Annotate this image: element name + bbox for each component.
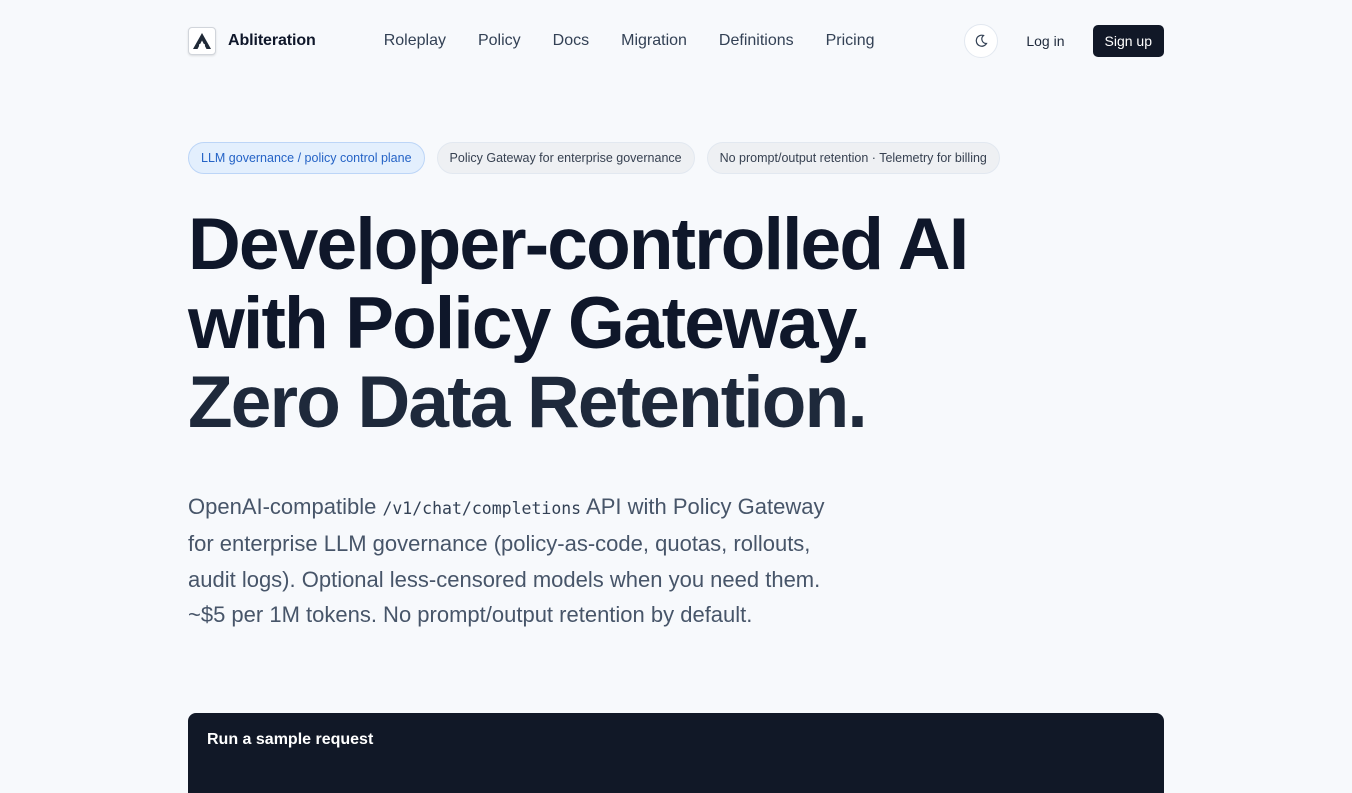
nav-link-migration[interactable]: Migration xyxy=(621,32,687,50)
endpoint-code: /v1/chat/completions xyxy=(382,499,582,518)
nav-link-pricing[interactable]: Pricing xyxy=(826,32,875,50)
sample-request-title: Run a sample request xyxy=(207,731,374,748)
hero-headline: Developer-controlled AI with Policy Gate… xyxy=(188,205,1164,442)
sample-request-card: Run a sample request xyxy=(188,713,1164,793)
moon-icon xyxy=(976,34,988,47)
nav-link-definitions[interactable]: Definitions xyxy=(719,32,794,50)
brand-name: Abliteration xyxy=(228,32,316,49)
nav-link-roleplay[interactable]: Roleplay xyxy=(384,32,446,50)
signup-button[interactable]: Sign up xyxy=(1092,25,1164,57)
header-actions: Log in Sign up xyxy=(964,24,1164,58)
main-nav: Roleplay Policy Docs Migration Definitio… xyxy=(384,32,907,50)
logo-a-icon xyxy=(188,27,216,55)
headline-line-2: with Policy Gateway. xyxy=(188,283,871,364)
feature-pills: LLM governance / policy control plane Po… xyxy=(188,142,1164,174)
hero-description: OpenAI-compatible /v1/chat/completions A… xyxy=(188,489,838,632)
headline-line-1: Developer-controlled AI xyxy=(188,204,969,285)
nav-link-docs[interactable]: Docs xyxy=(553,32,589,50)
headline-line-3: Zero Data Retention. xyxy=(188,362,868,443)
pill-llm-governance: LLM governance / policy control plane xyxy=(188,142,425,174)
pill-policy-gateway: Policy Gateway for enterprise governance xyxy=(436,142,695,174)
login-link[interactable]: Log in xyxy=(1026,33,1064,49)
pill-no-retention: No prompt/output retention · Telemetry f… xyxy=(706,142,1000,174)
nav-link-policy[interactable]: Policy xyxy=(478,32,521,50)
site-header: Abliteration Roleplay Policy Docs Migrat… xyxy=(188,24,1164,58)
theme-toggle-button[interactable] xyxy=(964,24,999,58)
brand-link[interactable]: Abliteration xyxy=(188,27,316,55)
lead-prefix: OpenAI-compatible xyxy=(188,494,383,519)
